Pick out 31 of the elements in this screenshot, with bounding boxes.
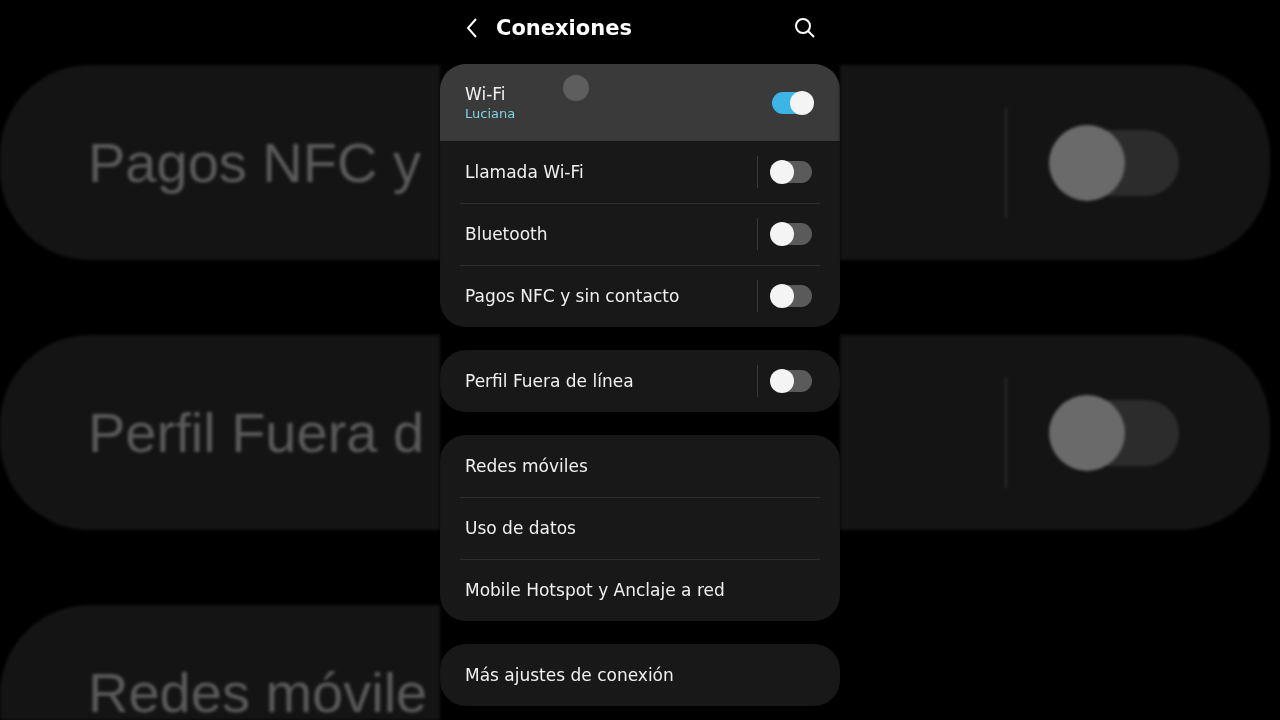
settings-row[interactable]: Pagos NFC y sin contacto: [440, 265, 840, 327]
backdrop-label: Perfil Fuera d: [88, 400, 425, 465]
toggle-switch[interactable]: [772, 223, 812, 245]
toggle-switch[interactable]: [772, 161, 812, 183]
settings-row[interactable]: Más ajustes de conexión: [440, 644, 840, 706]
touch-indicator: [563, 75, 589, 101]
settings-row[interactable]: Perfil Fuera de línea: [440, 350, 840, 412]
setting-label: Wi-Fi: [465, 84, 507, 104]
setting-label: Pagos NFC y sin contacto: [465, 286, 680, 306]
settings-row[interactable]: Bluetooth: [440, 203, 840, 265]
setting-label: Bluetooth: [465, 224, 548, 244]
setting-label: Redes móviles: [465, 456, 588, 476]
setting-label: Mobile Hotspot y Anclaje a red: [465, 580, 725, 600]
setting-label: Más ajustes de conexión: [465, 665, 674, 685]
settings-row[interactable]: Redes móviles: [440, 435, 840, 497]
page-title: Conexiones: [496, 16, 633, 40]
back-icon[interactable]: [466, 17, 478, 39]
backdrop-label: Redes móvile: [88, 660, 428, 720]
search-icon[interactable]: [794, 17, 816, 39]
toggle-switch[interactable]: [772, 285, 812, 307]
settings-row[interactable]: Wi-Fi Luciana: [440, 64, 840, 141]
setting-label: Llamada Wi-Fi: [465, 162, 584, 182]
settings-row[interactable]: Llamada Wi-Fi: [440, 141, 840, 203]
toggle-switch[interactable]: [772, 91, 812, 114]
setting-subtitle: Luciana: [465, 106, 516, 121]
settings-row[interactable]: Mobile Hotspot y Anclaje a red: [440, 559, 840, 621]
setting-label: Perfil Fuera de línea: [465, 371, 634, 391]
setting-label: Uso de datos: [465, 518, 576, 538]
settings-row[interactable]: Uso de datos: [440, 497, 840, 559]
toggle-switch[interactable]: [772, 370, 812, 392]
backdrop-label: Pagos NFC y: [88, 130, 421, 195]
